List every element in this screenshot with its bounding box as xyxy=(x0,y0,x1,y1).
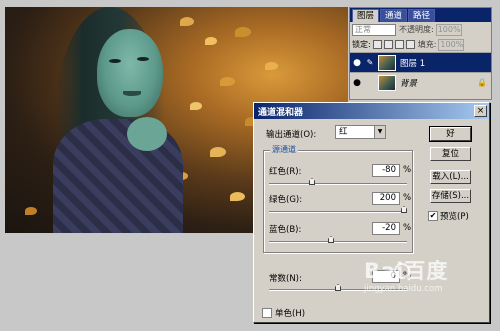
fill-field[interactable]: 100% xyxy=(438,38,465,51)
blue-channel-slider-track[interactable] xyxy=(269,241,407,243)
paw-icon xyxy=(394,263,410,279)
fill-label: 填充: xyxy=(417,40,437,49)
lock-transparency-icon[interactable] xyxy=(372,40,382,49)
output-channel-label: 输出通道(O): xyxy=(266,130,317,140)
preview-check-box[interactable]: ✔ xyxy=(428,211,438,221)
constant-label: 常数(N): xyxy=(269,274,302,284)
blue-channel-slider-thumb[interactable] xyxy=(328,236,334,243)
opacity-field[interactable]: 100% xyxy=(435,23,462,36)
layers-palette: 图层 通道 路径 正常 不透明度: 100% 锁定: 填充: 100% ● ✎ … xyxy=(349,7,492,100)
tab-channels[interactable]: 通道 xyxy=(380,9,408,22)
reset-button[interactable]: 复位 xyxy=(430,147,471,161)
blend-row: 正常 不透明度: 100% xyxy=(350,22,491,37)
green-channel-label: 绿色(G): xyxy=(269,195,303,205)
lock-all-icon[interactable] xyxy=(405,40,415,49)
output-channel-select[interactable]: 红 ▼ xyxy=(335,125,386,139)
blue-channel-control: 蓝色(B): -20 % xyxy=(269,222,412,248)
close-icon[interactable]: × xyxy=(474,105,487,117)
ok-button[interactable]: 好 xyxy=(429,126,472,142)
eye-icon[interactable]: ● xyxy=(350,78,364,88)
constant-slider-thumb[interactable] xyxy=(335,284,341,291)
percent-sign: % xyxy=(403,223,412,233)
layer-thumbnail xyxy=(378,54,396,71)
watermark-logo: Bai百度 xyxy=(364,259,449,283)
save-button[interactable]: 存储(S)... xyxy=(430,189,471,203)
monochrome-label: 单色(H) xyxy=(275,309,306,319)
blend-mode-select[interactable]: 正常 xyxy=(352,23,396,36)
blue-channel-input[interactable]: -20 xyxy=(372,222,400,235)
brush-icon: ✎ xyxy=(366,58,374,67)
source-channels-title: 源通道 xyxy=(270,144,298,155)
layer-name: 背景 xyxy=(400,78,418,89)
green-channel-control: 绿色(G): 200 % xyxy=(269,192,412,218)
layer-name: 图层 1 xyxy=(400,58,426,69)
eye-icon[interactable]: ● xyxy=(350,58,364,68)
tab-paths[interactable]: 路径 xyxy=(408,9,436,22)
red-channel-control: 红色(R): -80 % xyxy=(269,164,412,190)
watermark-url: jingyan.baidu.com xyxy=(364,284,443,294)
red-channel-input[interactable]: -80 xyxy=(372,164,400,177)
green-channel-slider-track[interactable] xyxy=(269,211,407,213)
red-channel-slider-thumb[interactable] xyxy=(309,178,315,185)
green-channel-slider-thumb[interactable] xyxy=(401,206,407,213)
red-channel-slider-track[interactable] xyxy=(269,183,407,185)
chevron-down-icon[interactable]: ▼ xyxy=(374,126,385,138)
dialog-titlebar[interactable]: 通道混和器 × xyxy=(254,103,489,119)
layer-row-1[interactable]: ● ✎ 图层 1 xyxy=(350,52,491,72)
red-channel-label: 红色(R): xyxy=(269,167,302,177)
lock-position-icon[interactable] xyxy=(394,40,404,49)
lock-row: 锁定: 填充: 100% xyxy=(350,37,491,52)
baidu-watermark: Bai百度 jingyan.baidu.com xyxy=(364,259,474,299)
lock-label: 锁定: xyxy=(352,40,371,49)
percent-sign: % xyxy=(403,193,412,203)
load-button[interactable]: 载入(L)... xyxy=(430,170,471,184)
monochrome-check-box[interactable] xyxy=(262,308,272,318)
tab-layers[interactable]: 图层 xyxy=(352,9,380,22)
green-channel-input[interactable]: 200 xyxy=(372,192,400,205)
layer-thumbnail xyxy=(378,74,396,91)
preview-label: 预览(P) xyxy=(440,212,469,222)
preview-checkbox[interactable]: ✔ 预览(P) xyxy=(428,210,469,222)
monochrome-checkbox[interactable]: 单色(H) xyxy=(262,307,305,319)
lock-pixels-icon[interactable] xyxy=(383,40,393,49)
blue-channel-label: 蓝色(B): xyxy=(269,225,302,235)
palette-tabs: 图层 通道 路径 xyxy=(350,8,491,22)
opacity-label: 不透明度: xyxy=(399,25,434,34)
dialog-title: 通道混和器 xyxy=(258,107,304,118)
layer-row-background[interactable]: ● 背景 🔒 xyxy=(350,72,491,92)
output-channel-value: 红 xyxy=(339,127,348,137)
percent-sign: % xyxy=(403,165,412,175)
lock-icon: 🔒 xyxy=(477,78,487,87)
